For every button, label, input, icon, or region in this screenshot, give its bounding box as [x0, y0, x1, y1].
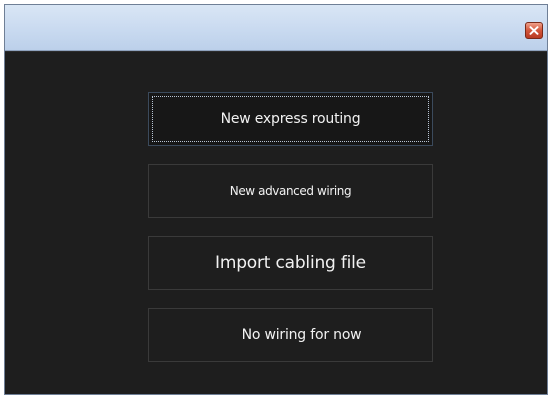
close-button[interactable]	[525, 22, 543, 39]
title-bar[interactable]	[5, 5, 547, 51]
dialog-window: New express routing New advanced wiring …	[4, 4, 548, 395]
dialog-content: New express routing New advanced wiring …	[5, 51, 547, 394]
new-express-routing-label: New express routing	[220, 111, 361, 127]
no-wiring-for-now-label: No wiring for now	[241, 327, 362, 343]
new-advanced-wiring-label: New advanced wiring	[229, 184, 352, 198]
new-express-routing-button[interactable]: New express routing	[148, 92, 433, 146]
import-cabling-file-button[interactable]: Import cabling file	[148, 236, 433, 290]
close-icon	[529, 26, 539, 35]
import-cabling-file-label: Import cabling file	[215, 253, 366, 273]
new-advanced-wiring-button[interactable]: New advanced wiring	[148, 164, 433, 218]
no-wiring-for-now-button[interactable]: No wiring for now	[148, 308, 433, 362]
